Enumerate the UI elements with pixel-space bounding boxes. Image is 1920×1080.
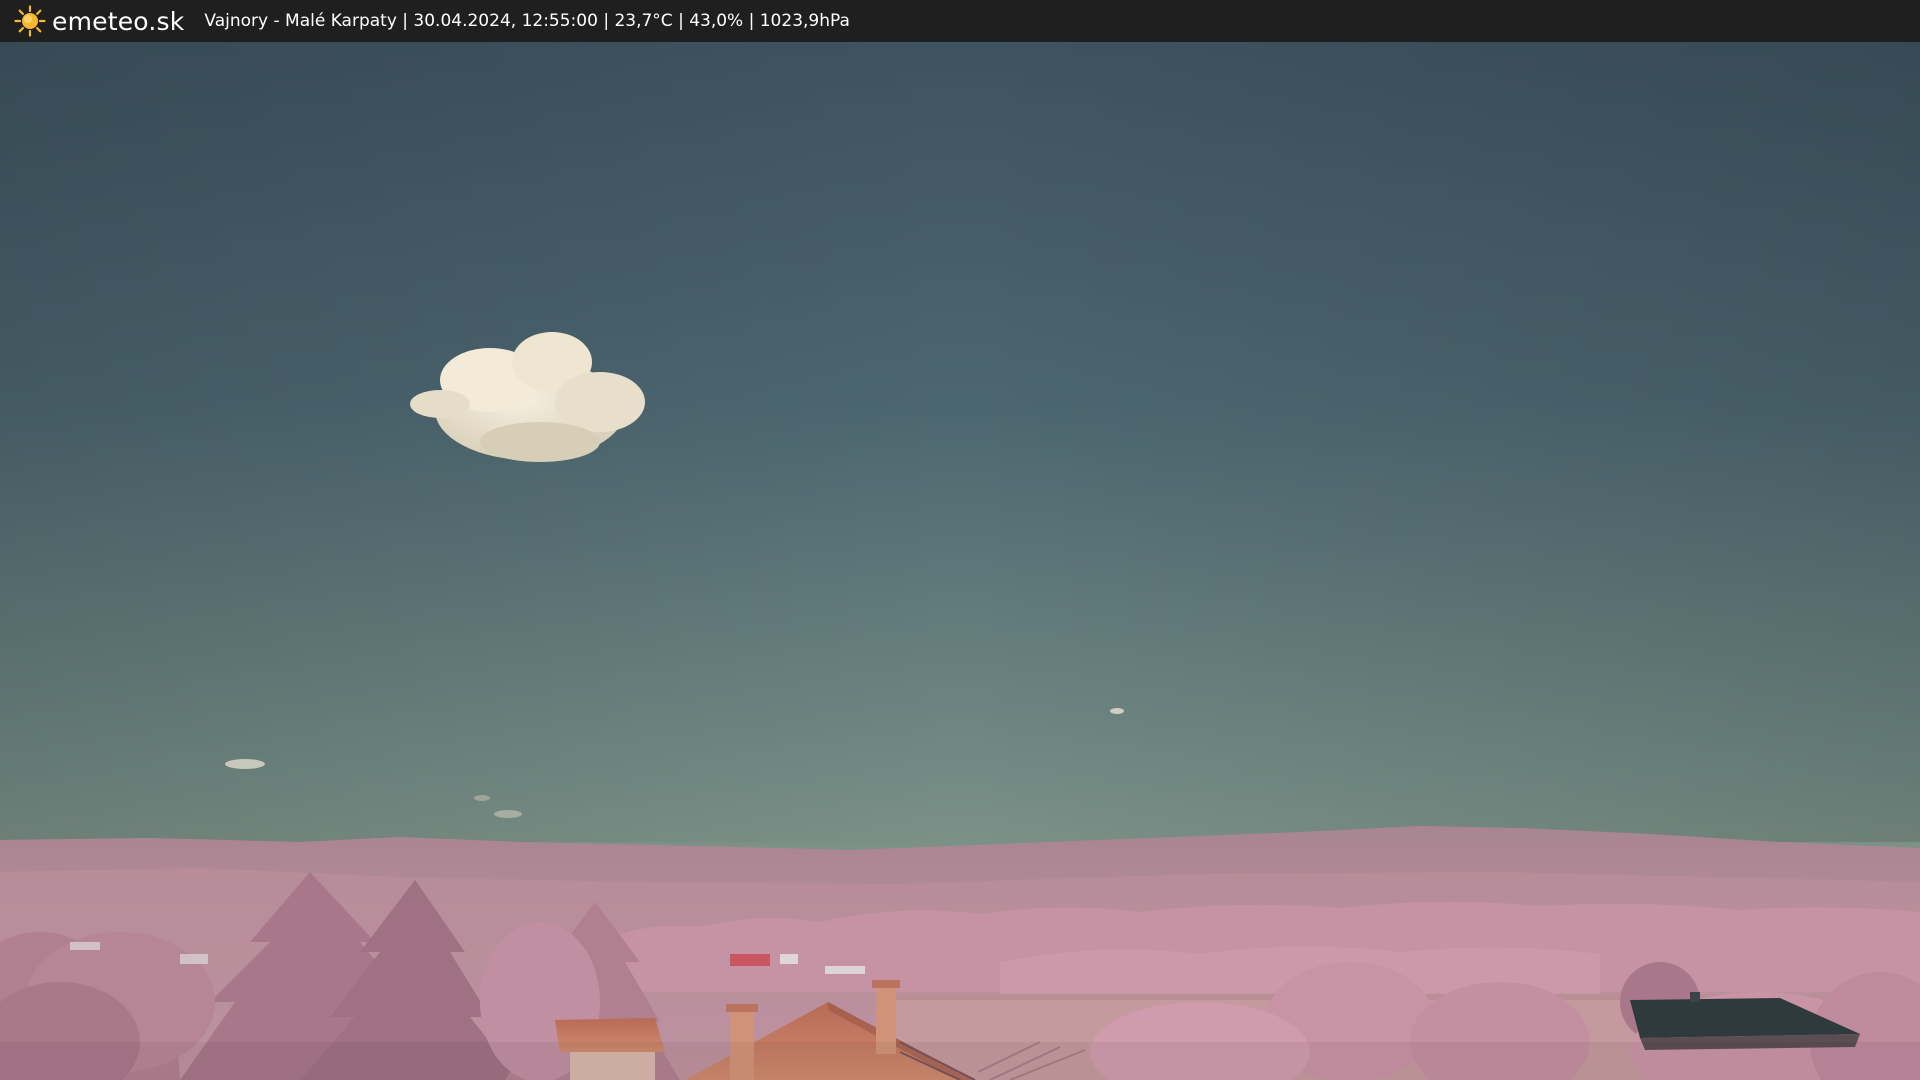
sun-icon bbox=[14, 5, 46, 37]
small-cloud bbox=[1110, 708, 1124, 714]
station-caption: Vajnory - Malé Karpaty | 30.04.2024, 12:… bbox=[204, 11, 850, 31]
brand-name: emeteo.sk bbox=[52, 6, 185, 36]
webcam-frame: emeteo.sk Vajnory - Malé Karpaty | 30.04… bbox=[0, 0, 1920, 1080]
small-cloud bbox=[474, 795, 490, 801]
small-cloud bbox=[494, 810, 522, 818]
brand-logo[interactable]: emeteo.sk bbox=[14, 0, 184, 42]
caption-bar: emeteo.sk Vajnory - Malé Karpaty | 30.04… bbox=[0, 0, 1920, 42]
distant-building bbox=[730, 954, 770, 966]
webcam-image bbox=[0, 42, 1920, 1080]
small-cloud bbox=[225, 759, 265, 769]
